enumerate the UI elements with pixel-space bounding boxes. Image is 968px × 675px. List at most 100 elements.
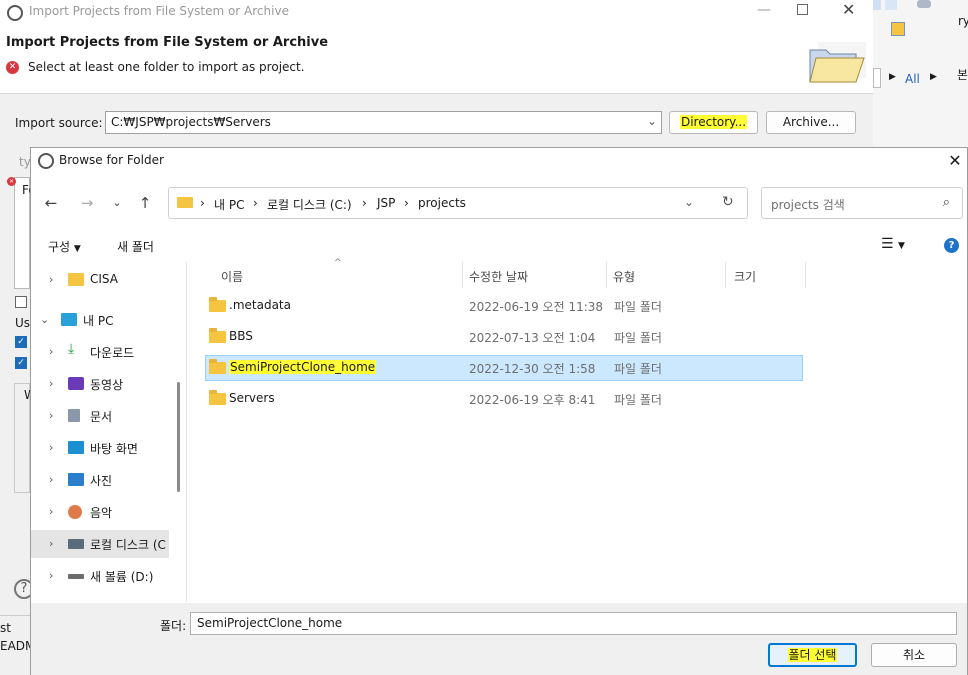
nav-scrollbar[interactable] [177, 382, 180, 492]
nav-item-label: 내 PC [83, 314, 114, 328]
background-app: ry ▶ All ▶ 본 [873, 0, 968, 150]
column-header-name[interactable]: 이름 [221, 268, 243, 285]
directory-button[interactable]: Directory... [669, 111, 758, 134]
column-header-date[interactable]: 수정한 날짜 [469, 268, 528, 285]
file-row[interactable]: Servers 2022-06-19 오후 8:41 파일 폴더 [205, 386, 803, 412]
breadcrumb-item[interactable]: JSP [377, 196, 395, 210]
pc-icon [61, 313, 77, 326]
folder-name-input[interactable]: SemiProjectClone_home [190, 612, 957, 635]
checkbox[interactable] [15, 296, 27, 308]
nav-item-this-pc[interactable]: ⌄ 내 PC [31, 306, 171, 334]
nav-item-documents[interactable]: › 문서 [31, 402, 171, 430]
nav-item-label: 로컬 디스크 (C [90, 538, 166, 552]
expand-arrow-icon[interactable]: › [49, 377, 53, 390]
file-name: .metadata [229, 298, 291, 312]
expand-arrow-icon[interactable]: ▶ [930, 72, 937, 82]
breadcrumb-separator-icon[interactable]: › [253, 196, 258, 210]
checkbox-checked[interactable]: ✓ [15, 336, 27, 348]
close-button[interactable]: ✕ [842, 0, 855, 19]
partial-combo[interactable] [873, 68, 881, 88]
expand-arrow-icon[interactable]: › [49, 409, 53, 422]
column-divider[interactable] [606, 262, 607, 288]
up-arrow-icon[interactable]: ↑ [136, 194, 154, 212]
search-input[interactable]: projects 검색 ⌕ [761, 187, 963, 219]
browse-titlebar: Browse for Folder ✕ [31, 148, 967, 176]
file-date: 2022-07-13 오전 1:04 [469, 331, 596, 345]
pictures-icon [68, 473, 84, 486]
back-arrow-icon[interactable]: ← [42, 194, 60, 212]
expand-arrow-icon[interactable]: › [49, 505, 53, 518]
nav-item-downloads[interactable]: › ⤓ 다운로드 [31, 338, 171, 366]
organize-button[interactable]: 구성 ▼ [48, 238, 81, 255]
collapse-arrow-icon[interactable]: ⌄ [40, 313, 49, 326]
nav-item-cisa[interactable]: › CISA [31, 266, 171, 294]
error-message: Select at least one folder to import as … [28, 60, 305, 74]
expand-arrow-icon[interactable]: › [49, 569, 53, 582]
breadcrumb-item[interactable]: 로컬 디스크 (C:) [267, 196, 352, 213]
file-date: 2022-12-30 오전 1:58 [469, 362, 596, 376]
chevron-down-icon[interactable]: ⌄ [647, 114, 657, 128]
forward-arrow-icon[interactable]: → [78, 194, 96, 212]
nav-item-pictures[interactable]: › 사진 [31, 466, 171, 494]
breadcrumb-separator-icon[interactable]: › [200, 196, 205, 210]
view-options-icon[interactable]: ☰ ▼ [881, 236, 905, 252]
recent-chevron-icon[interactable]: ⌄ [108, 194, 126, 212]
nav-item-desktop[interactable]: › 바탕 화면 [31, 434, 171, 462]
archive-button-label: Archive... [782, 115, 840, 129]
expand-arrow-icon[interactable]: ▶ [889, 72, 896, 82]
help-icon[interactable]: ? [944, 238, 959, 253]
nav-item-videos[interactable]: › 동영상 [31, 370, 171, 398]
file-type: 파일 폴더 [614, 393, 662, 407]
toolbar-icon [873, 0, 881, 10]
minimize-button[interactable]: — [757, 2, 771, 18]
expand-arrow-icon[interactable]: › [49, 473, 53, 486]
download-icon: ⤓ [68, 341, 75, 357]
file-row-selected[interactable]: SemiProjectClone_home 2022-12-30 오전 1:58… [205, 355, 803, 381]
cancel-button[interactable]: 취소 [871, 643, 957, 667]
checkbox-checked[interactable]: ✓ [15, 357, 27, 369]
nav-item-label: 문서 [90, 410, 113, 424]
refresh-icon[interactable]: ↻ [722, 194, 734, 210]
breadcrumb-item[interactable]: projects [418, 196, 466, 210]
address-bar[interactable]: › 내 PC › 로컬 디스크 (C:) › JSP › projects ⌄ … [168, 187, 748, 219]
expand-arrow-icon[interactable]: › [49, 537, 53, 550]
drive-icon [68, 574, 84, 579]
import-source-combo[interactable]: C:₩JSP₩projects₩Servers ⌄ [105, 111, 662, 134]
column-header-type[interactable]: 유형 [613, 268, 635, 285]
nav-item-music[interactable]: › 음악 [31, 498, 171, 526]
nav-item-label: 다운로드 [90, 346, 135, 360]
maximize-button[interactable] [797, 4, 808, 15]
column-divider[interactable] [725, 262, 726, 288]
archive-button[interactable]: Archive... [766, 111, 856, 134]
file-name: BBS [229, 329, 253, 343]
breadcrumb-separator-icon[interactable]: › [362, 196, 367, 210]
video-icon [68, 377, 84, 390]
folder-icon [177, 197, 193, 208]
expand-arrow-icon[interactable]: › [49, 345, 53, 358]
column-header-size[interactable]: 크기 [734, 268, 756, 285]
file-list: ^ 이름 수정한 날짜 유형 크기 .metadata 2022-06-19 오… [188, 258, 968, 602]
file-date: 2022-06-19 오전 11:38 [469, 300, 604, 314]
expand-arrow-icon[interactable]: › [49, 273, 53, 286]
all-link[interactable]: All [905, 72, 920, 86]
partial-editor-text: ry [958, 14, 968, 28]
nav-item-local-disk-c[interactable]: › 로컬 디스크 (C [31, 530, 169, 558]
close-button[interactable]: ✕ [945, 151, 965, 171]
column-divider[interactable] [805, 262, 806, 288]
expand-arrow-icon[interactable]: › [49, 441, 53, 454]
file-row[interactable]: BBS 2022-07-13 오전 1:04 파일 폴더 [205, 324, 803, 350]
select-folder-button[interactable]: 폴더 선택 [768, 643, 857, 667]
breadcrumb-separator-icon[interactable]: › [404, 196, 409, 210]
pane-divider[interactable] [186, 262, 187, 602]
error-icon: ✕ [6, 61, 19, 74]
nav-item-new-volume-d[interactable]: › 새 볼륨 (D:) [31, 562, 171, 590]
breadcrumb-item[interactable]: 내 PC [214, 196, 244, 213]
file-row[interactable]: .metadata 2022-06-19 오전 11:38 파일 폴더 [205, 293, 803, 319]
folder-label: 폴더: [160, 619, 187, 633]
nav-item-label: 바탕 화면 [90, 442, 138, 456]
column-divider[interactable] [462, 262, 463, 288]
new-folder-button[interactable]: 새 폴더 [117, 238, 154, 255]
chevron-down-icon[interactable]: ⌄ [684, 195, 694, 209]
disk-icon [68, 539, 84, 549]
toolbar-icon [885, 0, 897, 10]
